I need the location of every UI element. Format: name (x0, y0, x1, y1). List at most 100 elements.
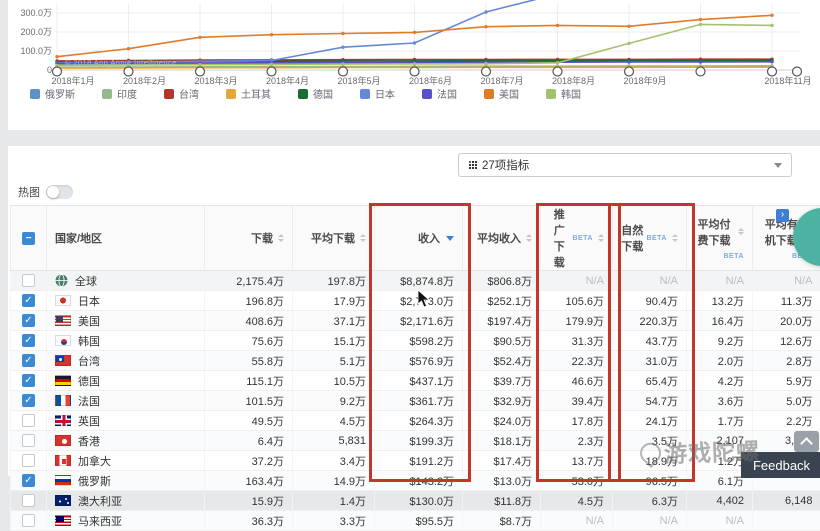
value-cell: $8,874.8万 (375, 271, 463, 291)
value-cell: 3.6万 (687, 391, 753, 411)
value-cell: 12.6万 (753, 331, 820, 351)
metrics-dropdown[interactable]: 27项指标 (458, 153, 792, 177)
row-checkbox[interactable]: ✓ (22, 314, 35, 327)
column-header-0[interactable]: 国家/地区 (47, 206, 205, 271)
svg-text:200.0万: 200.0万 (20, 27, 52, 37)
legend-item-3[interactable]: 土耳其 (226, 86, 271, 101)
country-name: 美国 (78, 313, 100, 329)
column-header-label: 自然下载 (621, 222, 643, 254)
scroll-columns-right-icon[interactable]: › (776, 209, 789, 222)
value-cell: 4.5万 (541, 491, 613, 511)
row-checkbox[interactable] (22, 454, 35, 467)
legend-item-4[interactable]: 德国 (298, 86, 333, 101)
column-header-5[interactable]: 推广下载BETA (541, 206, 613, 271)
value-cell: 14.9万 (293, 471, 375, 491)
heatmap-row: 热图 (18, 184, 73, 200)
value-cell: 9.2万 (687, 331, 753, 351)
legend-item-0[interactable]: 俄罗斯 (30, 86, 75, 101)
country-cell[interactable]: 美国 (55, 313, 196, 329)
column-header-1[interactable]: 下载 (205, 206, 293, 271)
country-name: 加拿大 (78, 453, 111, 469)
row-checkbox[interactable]: ✓ (22, 394, 35, 407)
value-cell: $52.4万 (463, 351, 541, 371)
legend-item-5[interactable]: 日本 (360, 86, 395, 101)
svg-text:2018年11月: 2018年11月 (764, 75, 811, 86)
country-cell[interactable]: 俄罗斯 (55, 473, 196, 489)
country-cell[interactable]: 全球 (55, 273, 196, 289)
country-cell[interactable]: 韩国 (55, 333, 196, 349)
value-cell: 6,148 (753, 491, 820, 511)
column-header-4[interactable]: 平均收入 (463, 206, 541, 271)
country-name: 法国 (78, 393, 100, 409)
value-cell: $576.9万 (375, 351, 463, 371)
column-header-3[interactable]: 收入 (375, 206, 463, 271)
svg-text:2018年6月: 2018年6月 (409, 75, 452, 86)
legend-label: 韩国 (561, 86, 581, 101)
country-cell[interactable]: 马来西亚 (55, 513, 196, 529)
row-checkbox[interactable]: ✓ (22, 294, 35, 307)
collapse-up-button[interactable] (794, 431, 819, 452)
country-cell[interactable]: 法国 (55, 393, 196, 409)
value-cell: 11.3万 (753, 291, 820, 311)
column-header-2[interactable]: 平均下载 (293, 206, 375, 271)
value-cell: 43.7万 (613, 331, 687, 351)
value-cell: 1.7万 (687, 411, 753, 431)
country-name: 德国 (78, 373, 100, 389)
beta-badge: BETA (723, 253, 744, 260)
country-cell[interactable]: 加拿大 (55, 453, 196, 469)
value-cell: $24.0万 (463, 411, 541, 431)
legend-item-1[interactable]: 印度 (102, 86, 137, 101)
value-cell: $39.7万 (463, 371, 541, 391)
country-cell[interactable]: 台湾 (55, 353, 196, 369)
legend-swatch-icon (298, 89, 308, 99)
row-checkbox[interactable]: ✓ (22, 354, 35, 367)
value-cell: 196.8万 (205, 291, 293, 311)
country-cell[interactable]: 香港 (55, 433, 196, 449)
column-header-6[interactable]: 自然下载BETA (613, 206, 687, 271)
legend-item-7[interactable]: 美国 (484, 86, 519, 101)
country-name: 马来西亚 (78, 513, 122, 529)
heatmap-toggle[interactable] (46, 185, 73, 199)
country-cell[interactable]: 日本 (55, 293, 196, 309)
country-name: 澳大利亚 (78, 493, 122, 509)
table-row: 香港6.4万5,831$199.3万$18.1万2.3万3.5万2,1073,2… (11, 431, 820, 451)
beta-badge: BETA (646, 235, 667, 242)
legend-item-8[interactable]: 韩国 (546, 86, 581, 101)
select-all-checkbox[interactable]: − (22, 232, 35, 245)
legend-swatch-icon (360, 89, 370, 99)
value-cell: $18.1万 (463, 431, 541, 451)
feedback-button[interactable]: Feedback (741, 452, 820, 478)
country-cell[interactable]: 英国 (55, 413, 196, 429)
legend-item-6[interactable]: 法国 (422, 86, 457, 101)
value-cell: 17.8万 (541, 411, 613, 431)
legend-item-2[interactable]: 台湾 (164, 86, 199, 101)
value-cell: 31.3万 (541, 331, 613, 351)
legend-swatch-icon (484, 89, 494, 99)
metrics-dropdown-label: 27项指标 (482, 157, 529, 173)
flag-icon (55, 375, 71, 386)
row-checkbox[interactable] (22, 274, 35, 287)
value-cell: 2.2万 (753, 411, 820, 431)
value-cell: 4.5万 (293, 411, 375, 431)
row-checkbox[interactable] (22, 434, 35, 447)
row-checkbox[interactable]: ✓ (22, 334, 35, 347)
flag-icon (55, 395, 71, 406)
legend-swatch-icon (30, 89, 40, 99)
row-checkbox[interactable] (22, 494, 35, 507)
country-cell[interactable]: 德国 (55, 373, 196, 389)
table-row: ✓德国115.1万10.5万$437.1万$39.7万46.6万65.4万4.2… (11, 371, 820, 391)
column-header-7[interactable]: 平均付费下载BETA (687, 206, 753, 271)
value-cell: $2,773.0万 (375, 291, 463, 311)
flag-icon (55, 455, 71, 466)
row-checkbox[interactable] (22, 414, 35, 427)
value-cell: 18.9万 (613, 451, 687, 471)
value-cell: 5.0万 (753, 391, 820, 411)
legend-label: 土耳其 (241, 86, 271, 101)
beta-badge: BETA (572, 235, 593, 242)
value-cell: $437.1万 (375, 371, 463, 391)
value-cell: $130.0万 (375, 491, 463, 511)
row-checkbox[interactable]: ✓ (22, 374, 35, 387)
value-cell: 96.5万 (613, 471, 687, 491)
country-cell[interactable]: 澳大利亚 (55, 493, 196, 509)
row-checkbox[interactable] (22, 514, 35, 527)
